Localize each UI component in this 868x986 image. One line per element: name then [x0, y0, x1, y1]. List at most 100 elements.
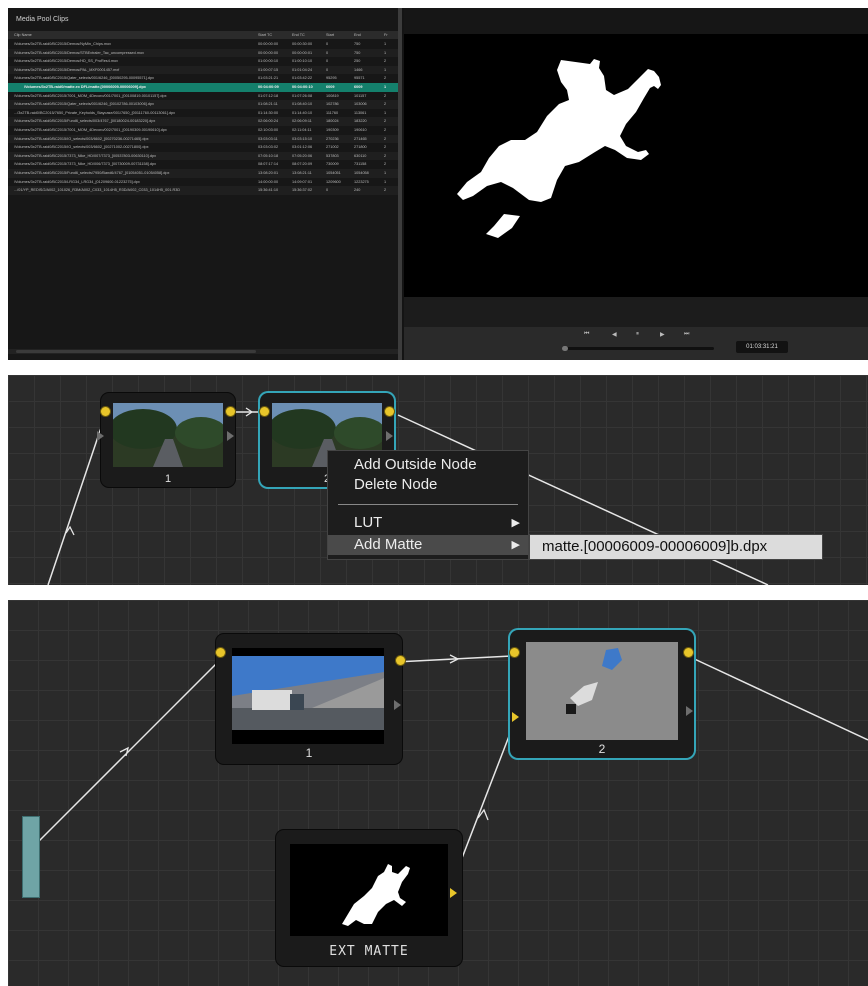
clip-value-cell: 1466: [354, 67, 363, 72]
node-1[interactable]: 1: [216, 634, 405, 764]
node-2[interactable]: 2: [510, 630, 694, 758]
media-pool-row[interactable]: /Volumes/3x2TB-raid0/BC2015/Fund6_select…: [8, 117, 398, 126]
submenu-arrow-icon: ▶: [511, 517, 520, 529]
clip-value-cell: 2: [384, 93, 387, 98]
clip-value-cell: 07:05:10:18: [258, 153, 279, 158]
scrub-bar[interactable]: [562, 346, 714, 351]
clip-value-cell: 731158: [354, 162, 367, 167]
clip-value-cell: 01:00:10:10: [292, 59, 313, 64]
node-2-rgb-output[interactable]: [684, 648, 693, 657]
media-pool-row[interactable]: /Volumes/3x2TB-raid0/BC2015/7373_Nike_HD…: [8, 160, 398, 169]
ext-matte-output-port[interactable]: [450, 888, 457, 898]
node-1-rgb-output[interactable]: [396, 656, 405, 665]
media-pool-row[interactable]: /Volumes/3x2TB-raid0/BC2015/Demos/NyMin_…: [8, 40, 398, 49]
col-start[interactable]: Start: [326, 33, 334, 37]
node-2-matte-input-port[interactable]: [512, 712, 519, 722]
clip-name-cell: .../01/YP_REDIS/2/A002_101026_R3M/A002_C…: [14, 188, 181, 193]
clip-value-cell: 6009: [326, 85, 335, 89]
col-clip-name[interactable]: Clip Name: [14, 33, 32, 37]
media-pool-row[interactable]: /Volumes/3x2TB-raid0/BC2015/Fund6_select…: [8, 169, 398, 178]
clip-value-cell: 103006: [354, 102, 367, 107]
scrub-handle[interactable]: [562, 346, 568, 351]
step-back-icon[interactable]: ◀: [612, 331, 617, 338]
clip-name-cell: /Volumes/3x2TB-raid0/BC2015/IO_selects/0…: [14, 145, 149, 150]
media-pool-row[interactable]: /Volumes/3x2TB-raid0/BC2015/7001_MOM_4De…: [8, 92, 398, 101]
clip-name-cell: /Volumes/3x2TB-raid0/BC2015/Demos/NyMin_…: [14, 42, 112, 46]
col-end[interactable]: End: [354, 33, 361, 37]
node-2-output-port[interactable]: [686, 706, 693, 716]
clip-name-cell: /Volumes/3x2TB-raid0/BC2015/7373_Nike_HD…: [14, 153, 156, 158]
node-1-label: 1: [305, 746, 313, 760]
node-1-rgb-input[interactable]: [101, 407, 110, 416]
menu-add-outside-node[interactable]: Add Outside Node: [328, 455, 528, 475]
col-end-tc[interactable]: End TC: [292, 33, 305, 37]
node-2-rgb-input[interactable]: [510, 648, 519, 657]
clip-value-cell: 2: [384, 128, 387, 132]
media-pool-row[interactable]: .../3x2TB-raid0/BC2015/7650_Private_Keyh…: [8, 109, 398, 118]
clip-name-cell: /Volumes/3x2TB-raid0/BC2015/Demos/STBExt…: [14, 50, 144, 55]
clip-value-cell: 01:14:30:00: [258, 110, 279, 115]
menu-lut[interactable]: LUT ▶: [328, 513, 528, 533]
media-pool-row[interactable]: .../01/YP_REDIS/2/A002_101026_R3M/A002_C…: [8, 186, 398, 195]
menu-add-matte[interactable]: Add Matte ▶: [328, 535, 528, 555]
media-pool-row[interactable]: /Volumes/3x2TB-raid0/BC2015/IO_selects/0…: [8, 143, 398, 152]
node-2-output-port[interactable]: [386, 431, 393, 441]
node-2-rgb-input[interactable]: [260, 407, 269, 416]
clip-name-cell: /Volumes/3x2TB-raid0/BC2015/IO_selects/0…: [14, 136, 149, 141]
clip-value-cell: 0: [326, 188, 329, 193]
clip-value-cell: 08:07:17:14: [258, 162, 279, 167]
node-2-label: 2: [598, 742, 606, 756]
menu-delete-node[interactable]: Delete Node: [328, 475, 528, 495]
node-1-rgb-output[interactable]: [226, 407, 235, 416]
clip-value-cell: 180024: [326, 119, 339, 124]
clip-value-cell: 01:01:04:24: [292, 67, 313, 72]
clip-value-cell: 271800: [354, 145, 367, 150]
horse-matte-image: [457, 59, 661, 238]
clip-name-cell: /Volumes/3x2TB-raid0/BC2015/Qater_select…: [14, 76, 154, 81]
viewer-screen[interactable]: [404, 34, 868, 297]
play-icon[interactable]: ▶: [660, 331, 665, 338]
col-frames[interactable]: Fr: [384, 33, 388, 37]
media-pool-row[interactable]: /Volumes/3x2TB-raid0/BC2015/IO_selects/0…: [8, 134, 398, 144]
node-1-input-port[interactable]: [97, 431, 104, 441]
clip-value-cell: 101157: [354, 93, 367, 98]
media-pool-row[interactable]: /Volumes/3x2TB-raid0/BC2015/7001_MOM_4De…: [8, 126, 398, 135]
submenu-matte-file[interactable]: matte.[00006009-00006009]b.dpx: [542, 535, 767, 559]
col-start-tc[interactable]: Start TC: [258, 33, 272, 37]
clip-value-cell: 02:06:00:24: [258, 119, 279, 124]
clip-value-cell: 00:00:00:00: [258, 42, 279, 46]
clip-value-cell: 15:36:37:02: [292, 188, 313, 193]
clip-value-cell: 01:14:40:10: [292, 110, 313, 115]
clip-name-cell: /Volumes/3x2TB-raid0/BC2015/Qater_select…: [14, 102, 154, 107]
clip-value-cell: 03:01:12:06: [292, 145, 313, 150]
node-1-output-port[interactable]: [227, 431, 234, 441]
node-2-rgb-output[interactable]: [385, 407, 394, 416]
media-pool-row[interactable]: /Volumes/3x2TB-raid0/BC2015/Qater_select…: [8, 74, 398, 83]
node-1[interactable]: 1: [97, 393, 235, 487]
clip-value-cell: 1054051: [326, 171, 341, 175]
ext-matte-node[interactable]: EXT MATTE: [276, 830, 462, 966]
media-pool-panel: Media Pool Clips Clip Name Start TC End …: [8, 8, 402, 360]
media-pool-row[interactable]: /Volumes/3x2TB-raid0/BC2015/Demos/HD_SS_…: [8, 57, 398, 66]
skip-end-icon[interactable]: ⏭: [684, 331, 689, 338]
media-pool-row[interactable]: /Volumes/3x2TB-raid0/BC2015/7373_Nike_HD…: [8, 151, 398, 161]
media-pool-row[interactable]: /Volumes/3x2TB-raid0/BC2015/LRG34_LRG34_…: [8, 178, 398, 187]
media-pool-row[interactable]: /Volumes/3x2TB-raid0/BC2015/Qater_select…: [8, 100, 398, 109]
media-pool-row[interactable]: /Volumes/3x2TB-raid0/matte.ex DFL/matte.…: [8, 83, 398, 92]
clip-value-cell: 113061: [354, 110, 367, 115]
menu-separator: [338, 504, 518, 505]
clip-value-cell: 02:10:03:00: [258, 128, 279, 132]
node-1-rgb-input[interactable]: [216, 648, 225, 657]
clip-name-cell: /Volumes/3x2TB-raid0/BC2015/7373_Nike_HD…: [14, 162, 156, 167]
skip-start-icon[interactable]: ⏮: [584, 331, 589, 338]
media-pool-scrollbar[interactable]: [8, 349, 398, 354]
media-pool-row[interactable]: /Volumes/3x2TB-raid0/BC2015/Demos/STBExt…: [8, 48, 398, 58]
node-1-output-port[interactable]: [394, 700, 401, 710]
media-pool-row[interactable]: /Volumes/3x2TB-raid0/BC2015/Demos/PAL_MX…: [8, 65, 398, 75]
pause-icon[interactable]: ⏸: [636, 331, 639, 338]
clip-name-cell: .../3x2TB-raid0/BC2015/7650_Private_Keyh…: [14, 110, 176, 115]
source-input-bar[interactable]: [22, 816, 40, 898]
clip-value-cell: 1: [384, 50, 387, 55]
clip-value-cell: 01:03:42:22: [292, 76, 313, 81]
clip-value-cell: 13:08:20:01: [258, 171, 279, 175]
